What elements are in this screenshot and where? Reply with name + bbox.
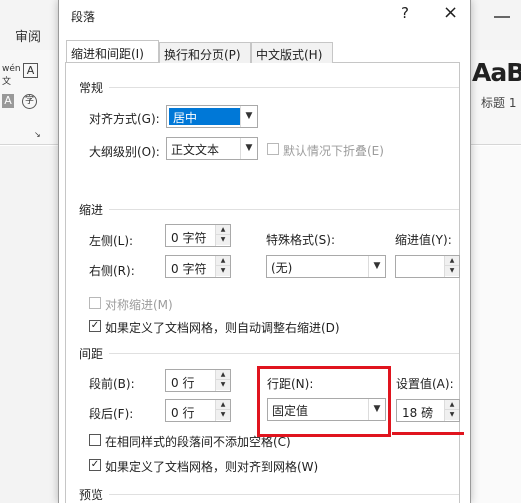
snap-to-grid-checkbox[interactable]: ✓ (89, 459, 101, 471)
spin-up-icon[interactable]: ▲ (216, 256, 230, 266)
right-indent-spinner[interactable]: 0 字符 ▲ ▼ (165, 255, 231, 278)
at-value-underline (392, 432, 464, 435)
outline-level-value: 正文文本 (171, 143, 220, 157)
general-separator (109, 87, 459, 88)
indent-by-label: 缩进值(Y): (395, 233, 452, 247)
snap-to-grid-label: 如果定义了文档网格，则对齐到网格(W) (105, 460, 319, 474)
mirror-indents-checkbox[interactable] (89, 297, 101, 309)
outline-level-select[interactable]: 正文文本 ▼ (166, 137, 258, 160)
indent-heading: 缩进 (79, 203, 104, 217)
chevron-down-icon[interactable]: ▼ (368, 256, 385, 277)
at-value-label: 设置值(A): (396, 377, 454, 391)
spin-up-icon[interactable]: ▲ (445, 256, 459, 266)
spin-down-icon[interactable]: ▼ (445, 266, 459, 276)
tab-asian-typography[interactable]: 中文版式(H) (251, 42, 333, 63)
no-space-same-style-checkbox[interactable] (89, 434, 101, 446)
auto-adjust-right-indent-label: 如果定义了文档网格，则自动调整右缩进(D) (105, 321, 340, 335)
mirror-indents-label: 对称缩进(M) (105, 298, 173, 312)
spin-down-icon[interactable]: ▼ (216, 235, 230, 245)
help-icon[interactable]: ? (401, 4, 409, 22)
spacing-heading: 间距 (79, 347, 104, 361)
at-value-spinner[interactable]: 18 磅 ▲ ▼ (396, 399, 460, 422)
spin-down-icon[interactable]: ▼ (445, 410, 459, 420)
ribbon-tab-review[interactable]: 审阅 (15, 26, 41, 45)
char-shading-icon[interactable]: A (2, 94, 14, 108)
indent-by-spinner[interactable]: ▲ ▼ (395, 255, 460, 278)
space-before-label: 段前(B): (89, 377, 135, 391)
tab-indents-spacing[interactable]: 缩进和间距(I) (66, 40, 159, 62)
font-dialog-launcher-icon[interactable]: ↘ (34, 130, 41, 139)
collapsed-checkbox[interactable] (267, 143, 279, 155)
dialog-title: 段落 (71, 10, 96, 24)
spin-up-icon[interactable]: ▲ (216, 400, 230, 410)
space-before-value: 0 行 (171, 376, 195, 390)
indent-separator (109, 209, 459, 210)
alignment-label: 对齐方式(G): (89, 112, 160, 126)
collapsed-label: 默认情况下折叠(E) (283, 144, 384, 158)
line-spacing-highlight (257, 366, 391, 437)
alignment-select[interactable]: 居中 ▼ (166, 105, 258, 128)
minimize-icon[interactable] (494, 16, 510, 18)
space-after-spinner[interactable]: 0 行 ▲ ▼ (165, 399, 231, 422)
right-indent-value: 0 字符 (171, 262, 207, 276)
tab-line-page-breaks[interactable]: 换行和分页(P) (159, 42, 251, 63)
style-heading1-label: 标题 1 (481, 96, 517, 110)
special-format-label: 特殊格式(S): (266, 233, 336, 247)
document-left-margin (0, 146, 58, 503)
spin-down-icon[interactable]: ▼ (216, 410, 230, 420)
special-format-value: (无) (271, 261, 293, 275)
close-icon[interactable]: × (443, 2, 458, 23)
preview-separator (109, 494, 459, 495)
preview-heading: 预览 (79, 488, 104, 502)
right-indent-label: 右侧(R): (89, 264, 135, 278)
space-after-value: 0 行 (171, 406, 195, 420)
special-format-select[interactable]: (无) ▼ (266, 255, 386, 278)
space-after-label: 段后(F): (89, 407, 134, 421)
chevron-down-icon[interactable]: ▼ (240, 106, 257, 127)
spin-up-icon[interactable]: ▲ (216, 225, 230, 235)
left-indent-spinner[interactable]: 0 字符 ▲ ▼ (165, 224, 231, 247)
style-preview[interactable]: AaB (472, 58, 521, 87)
general-heading: 常规 (79, 81, 104, 95)
chevron-down-icon[interactable]: ▼ (240, 138, 257, 159)
spin-down-icon[interactable]: ▼ (216, 266, 230, 276)
outline-level-label: 大纲级别(O): (89, 145, 160, 159)
enclose-char-icon[interactable]: 字 (22, 94, 37, 109)
spin-down-icon[interactable]: ▼ (216, 380, 230, 390)
left-indent-value: 0 字符 (171, 231, 207, 245)
phonetic-guide-icon[interactable]: wén 文 (2, 64, 21, 87)
space-before-spinner[interactable]: 0 行 ▲ ▼ (165, 369, 231, 392)
spin-up-icon[interactable]: ▲ (445, 400, 459, 410)
spin-up-icon[interactable]: ▲ (216, 370, 230, 380)
paragraph-dialog: 段落 ? × 缩进和间距(I) 换行和分页(P) 中文版式(H) 常规 对齐方式… (58, 0, 471, 503)
char-border-icon[interactable]: A (23, 63, 38, 78)
spacing-separator (109, 353, 459, 354)
auto-adjust-right-indent-checkbox[interactable]: ✓ (89, 320, 101, 332)
left-indent-label: 左侧(L): (89, 234, 134, 248)
at-value-value: 18 磅 (402, 406, 434, 420)
alignment-value: 居中 (169, 108, 240, 125)
